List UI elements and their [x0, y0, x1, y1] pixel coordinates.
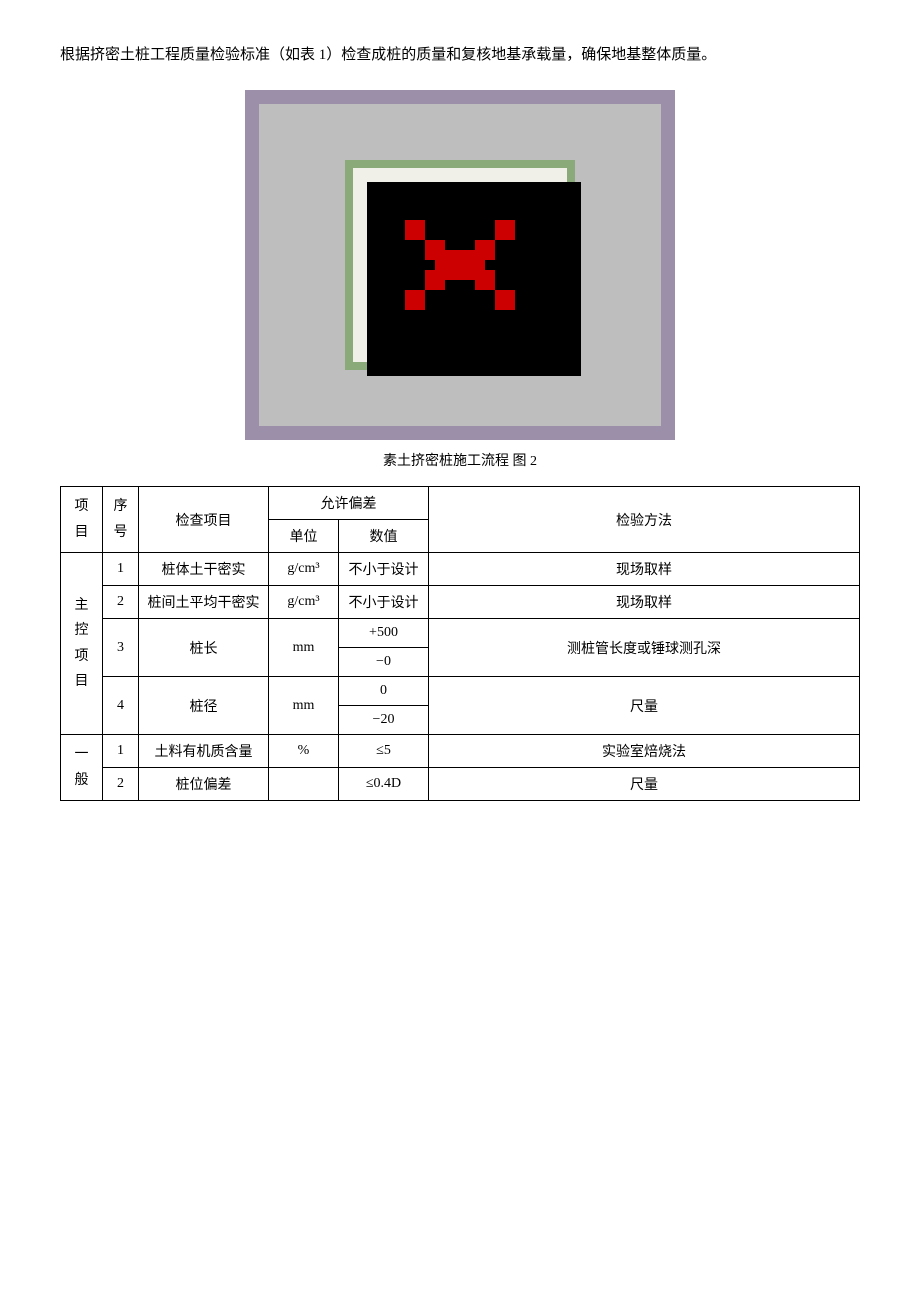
- method-g1: 实验室焙烧法: [429, 735, 860, 768]
- item-3: 桩长: [139, 619, 269, 677]
- seq-2: 2: [103, 586, 139, 619]
- header-dw: 单位: [269, 520, 339, 553]
- seq-1: 1: [103, 553, 139, 586]
- method-1: 现场取样: [429, 553, 860, 586]
- seq-4: 4: [103, 677, 139, 735]
- item-2: 桩间土平均干密实: [139, 586, 269, 619]
- table-row: 2 桩位偏差 ≤0.4D 尺量: [61, 768, 860, 801]
- group-yiban: 一般: [61, 735, 103, 801]
- value-1: 不小于设计: [339, 553, 429, 586]
- unit-3: mm: [269, 619, 339, 677]
- unit-2: g/cm³: [269, 586, 339, 619]
- method-g2: 尺量: [429, 768, 860, 801]
- unit-g2: [269, 768, 339, 801]
- unit-g1: %: [269, 735, 339, 768]
- method-3: 测桩管长度或锤球测孔深: [429, 619, 860, 677]
- header-yunxupiancha: 允许偏差: [269, 487, 429, 520]
- seq-g1: 1: [103, 735, 139, 768]
- value-g2: ≤0.4D: [339, 768, 429, 801]
- value-3b: −0: [339, 648, 429, 677]
- diagram-inner-frame: [345, 160, 575, 370]
- method-2: 现场取样: [429, 586, 860, 619]
- item-g2: 桩位偏差: [139, 768, 269, 801]
- item-4: 桩径: [139, 677, 269, 735]
- method-4: 尺量: [429, 677, 860, 735]
- value-2: 不小于设计: [339, 586, 429, 619]
- red-x-icon: [405, 220, 515, 310]
- item-1: 桩体土干密实: [139, 553, 269, 586]
- table-row: 3 桩长 mm +500 测桩管长度或锤球测孔深: [61, 619, 860, 648]
- group-zhukon: 主控项目: [61, 553, 103, 735]
- table-row: 4 桩径 mm 0 尺量: [61, 677, 860, 706]
- diagram-caption: 素土挤密桩施工流程 图 2: [60, 450, 860, 470]
- value-3a: +500: [339, 619, 429, 648]
- unit-1: g/cm³: [269, 553, 339, 586]
- diagram-container: [60, 90, 860, 440]
- header-jyfz: 检验方法: [429, 487, 860, 553]
- seq-3: 3: [103, 619, 139, 677]
- header-jcxm: 检查项目: [139, 487, 269, 553]
- value-g1: ≤5: [339, 735, 429, 768]
- unit-4: mm: [269, 677, 339, 735]
- header-xm: 项目: [61, 487, 103, 553]
- table-row: 一般 1 土料有机质含量 % ≤5 实验室焙烧法: [61, 735, 860, 768]
- table-row: 2 桩间土平均干密实 g/cm³ 不小于设计 现场取样: [61, 586, 860, 619]
- seq-g2: 2: [103, 768, 139, 801]
- quality-table: 项目 序号 检查项目 允许偏差 检验方法 单位 数值 主控项目 1 桩体土干密实…: [60, 486, 860, 801]
- table-row: 主控项目 1 桩体土干密实 g/cm³ 不小于设计 现场取样: [61, 553, 860, 586]
- intro-paragraph: 根据挤密土桩工程质量检验标准（如表 1）检查成桩的质量和复核地基承载量，确保地基…: [60, 40, 860, 70]
- item-g1: 土料有机质含量: [139, 735, 269, 768]
- diagram-outer-frame: [245, 90, 675, 440]
- value-4b: −20: [339, 706, 429, 735]
- header-sz: 数值: [339, 520, 429, 553]
- header-xh: 序号: [103, 487, 139, 553]
- value-4a: 0: [339, 677, 429, 706]
